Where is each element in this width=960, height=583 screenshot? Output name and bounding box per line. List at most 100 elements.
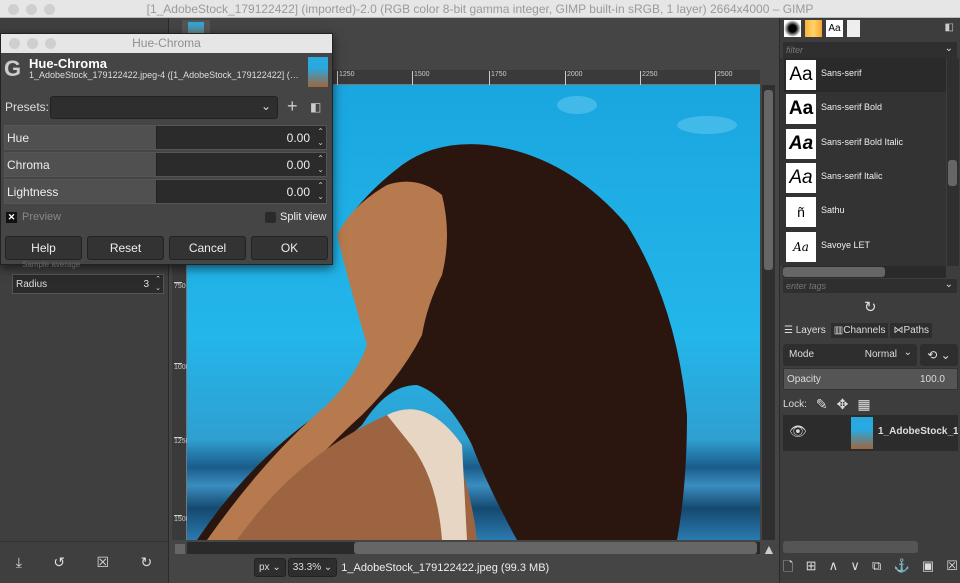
dialog-heading: Hue-Chroma (29, 56, 108, 71)
delete-options-icon[interactable]: ☒ (97, 554, 110, 571)
navigate-icon[interactable]: ▲ (762, 541, 776, 557)
font-item[interactable]: Aa Savoye LET (784, 230, 946, 264)
dialog-subtitle: 1_AdobeStock_179122422.jpeg-4 ([1_AdobeS… (29, 70, 299, 80)
lock-alpha-icon[interactable]: ▦ (857, 396, 870, 413)
chevron-down-icon[interactable]: ⌄ (945, 279, 953, 290)
font-preview: ñ (786, 197, 816, 227)
slider-label: Chroma (7, 158, 50, 172)
unit-select[interactable]: px ⌄ (254, 558, 286, 577)
fonts-tab[interactable]: Aa (826, 20, 843, 37)
chroma-slider[interactable]: Chroma 0.00 ⌃ ⌄ (4, 152, 327, 177)
new-layer-icon[interactable]: ⊞ (806, 558, 817, 580)
layer-name: 1_AdobeStock_179122422 (878, 426, 958, 437)
ruler-label: 2500 (715, 71, 733, 85)
patterns-tab[interactable] (805, 20, 822, 37)
font-preview: Aa (786, 163, 816, 193)
dock-menu-icon[interactable]: ◧ (945, 22, 954, 33)
tab-paths[interactable]: ⋈Paths (890, 323, 933, 338)
spin-arrows-icon[interactable]: ⌃ ⌄ (155, 275, 161, 293)
raise-layer-icon[interactable]: ∧ (829, 558, 839, 580)
split-view-checkbox[interactable]: Split view (265, 211, 326, 223)
ruler-label: 2250 (640, 71, 658, 85)
mask-icon[interactable]: ▣ (922, 558, 934, 580)
tab-label: Layers (795, 325, 826, 336)
ok-button[interactable]: OK (251, 236, 328, 260)
window-title: [1_AdobeStock_179122422] (imported)-2.0 … (146, 2, 814, 16)
window-controls[interactable] (8, 4, 55, 15)
slider-label: Hue (7, 131, 30, 145)
lightness-slider[interactable]: Lightness 0.00 ⌃ ⌄ (4, 179, 327, 204)
preview-checkbox[interactable]: ✕ Preview (6, 211, 61, 223)
font-preview: Aa (786, 60, 816, 90)
save-options-icon[interactable]: ⤓ (16, 554, 22, 571)
sample-average-label[interactable]: Sample average (22, 260, 80, 269)
spin-arrows-icon[interactable]: ⌃ ⌄ (317, 126, 324, 148)
tab-channels[interactable]: ▥Channels (830, 323, 889, 338)
radius-spinner[interactable]: Radius 3 ⌃ ⌄ (12, 274, 164, 294)
spin-arrows-icon[interactable]: ⌃ ⌄ (317, 180, 324, 202)
layer-thumbnail (851, 417, 873, 449)
chevron-down-icon[interactable]: ⌄ (945, 43, 953, 54)
spin-arrows-icon[interactable]: ⌃ ⌄ (317, 153, 324, 175)
delete-layer-icon[interactable]: ☒ (946, 558, 958, 580)
hue-slider[interactable]: Hue 0.00 ⌃ ⌄ (4, 125, 327, 150)
window-titlebar: [1_AdobeStock_179122422] (imported)-2.0 … (0, 0, 960, 18)
dialog-window-controls[interactable] (9, 38, 56, 49)
visibility-eye-icon[interactable]: 👁 (789, 423, 807, 440)
preset-menu-icon[interactable]: ◧ (310, 100, 321, 114)
font-list-hscrollbar[interactable] (783, 266, 946, 278)
lock-label: Lock: (783, 399, 807, 410)
font-list-scrollbar[interactable] (947, 58, 959, 266)
opacity-slider[interactable]: Opacity 100.0 (783, 368, 958, 390)
tags-input[interactable]: enter tags ⌄ (783, 279, 957, 293)
help-button[interactable]: Help (5, 236, 82, 260)
font-item[interactable]: Aa Sans-serif (784, 58, 946, 92)
composite-mode-select[interactable]: ⟲ ⌄ (920, 344, 958, 366)
ruler-label: 1250 (337, 71, 355, 85)
documents-tab[interactable] (847, 20, 860, 37)
vertical-scrollbar[interactable] (762, 85, 775, 540)
font-item[interactable]: ñ Sathu (784, 195, 946, 229)
lock-pixels-icon[interactable]: ✎ (816, 396, 828, 413)
cancel-button[interactable]: Cancel (169, 236, 246, 260)
scrollbar-thumb[interactable] (764, 90, 773, 270)
brushes-tab[interactable] (784, 20, 801, 37)
add-preset-icon[interactable]: + (287, 96, 298, 117)
lock-position-icon[interactable]: ✥ (837, 396, 849, 413)
opacity-value: 100.0 (919, 374, 945, 385)
ruler-label: 1500 (174, 515, 190, 523)
tab-layers[interactable]: ☰ Layers (781, 323, 829, 338)
presets-combo[interactable]: ⌄ (50, 96, 278, 119)
lower-layer-icon[interactable]: ∨ (850, 558, 860, 580)
zoom-select[interactable]: 33.3% ⌄ (287, 558, 338, 577)
font-name: Sans-serif (821, 68, 862, 78)
chevron-down-icon: ⌄ (903, 347, 912, 358)
font-item[interactable]: Aa Sans-serif Bold Italic (784, 127, 946, 161)
layers-hscrollbar[interactable] (783, 541, 918, 553)
anchor-layer-icon[interactable]: ⚓ (893, 558, 909, 580)
duplicate-layer-icon[interactable]: ⧉ (872, 558, 881, 580)
tab-label: Channels (843, 325, 886, 336)
gimp-logo-icon: G (4, 56, 22, 81)
ruler-label: 1750 (489, 71, 507, 85)
font-item[interactable]: Aa Sans-serif Bold (784, 92, 946, 126)
status-file-info: 1_AdobeStock_179122422.jpeg (99.3 MB) (341, 561, 550, 574)
opacity-label: Opacity (787, 374, 821, 385)
scrollbar-thumb[interactable] (354, 542, 757, 554)
restore-options-icon[interactable]: ↺ (53, 554, 65, 571)
reset-options-icon[interactable]: ↻ (141, 554, 153, 571)
mode-select[interactable]: Mode Normal ⌄ (783, 344, 917, 366)
dialog-window-title: Hue-Chroma (132, 36, 201, 50)
layer-row[interactable]: 👁 1_AdobeStock_179122422 (783, 415, 958, 451)
font-item[interactable]: Aa Sans-serif Italic (784, 161, 946, 195)
font-name: Sans-serif Italic (821, 171, 883, 181)
ruler-label: 1500 (412, 71, 430, 85)
ruler-label: 1250 (174, 437, 190, 445)
horizontal-scrollbar[interactable] (187, 542, 760, 554)
reset-button[interactable]: Reset (87, 236, 164, 260)
new-layer-group-icon[interactable]: 🗋 (783, 558, 793, 580)
right-dock: Aa ◧ filter ⌄ Aa Sans-serif Aa Sans-serif … (779, 18, 960, 583)
font-filter-input[interactable]: filter ⌄ (783, 42, 957, 58)
quick-mask-toggle[interactable] (175, 544, 185, 554)
refresh-icon[interactable]: ↻ (864, 298, 877, 316)
